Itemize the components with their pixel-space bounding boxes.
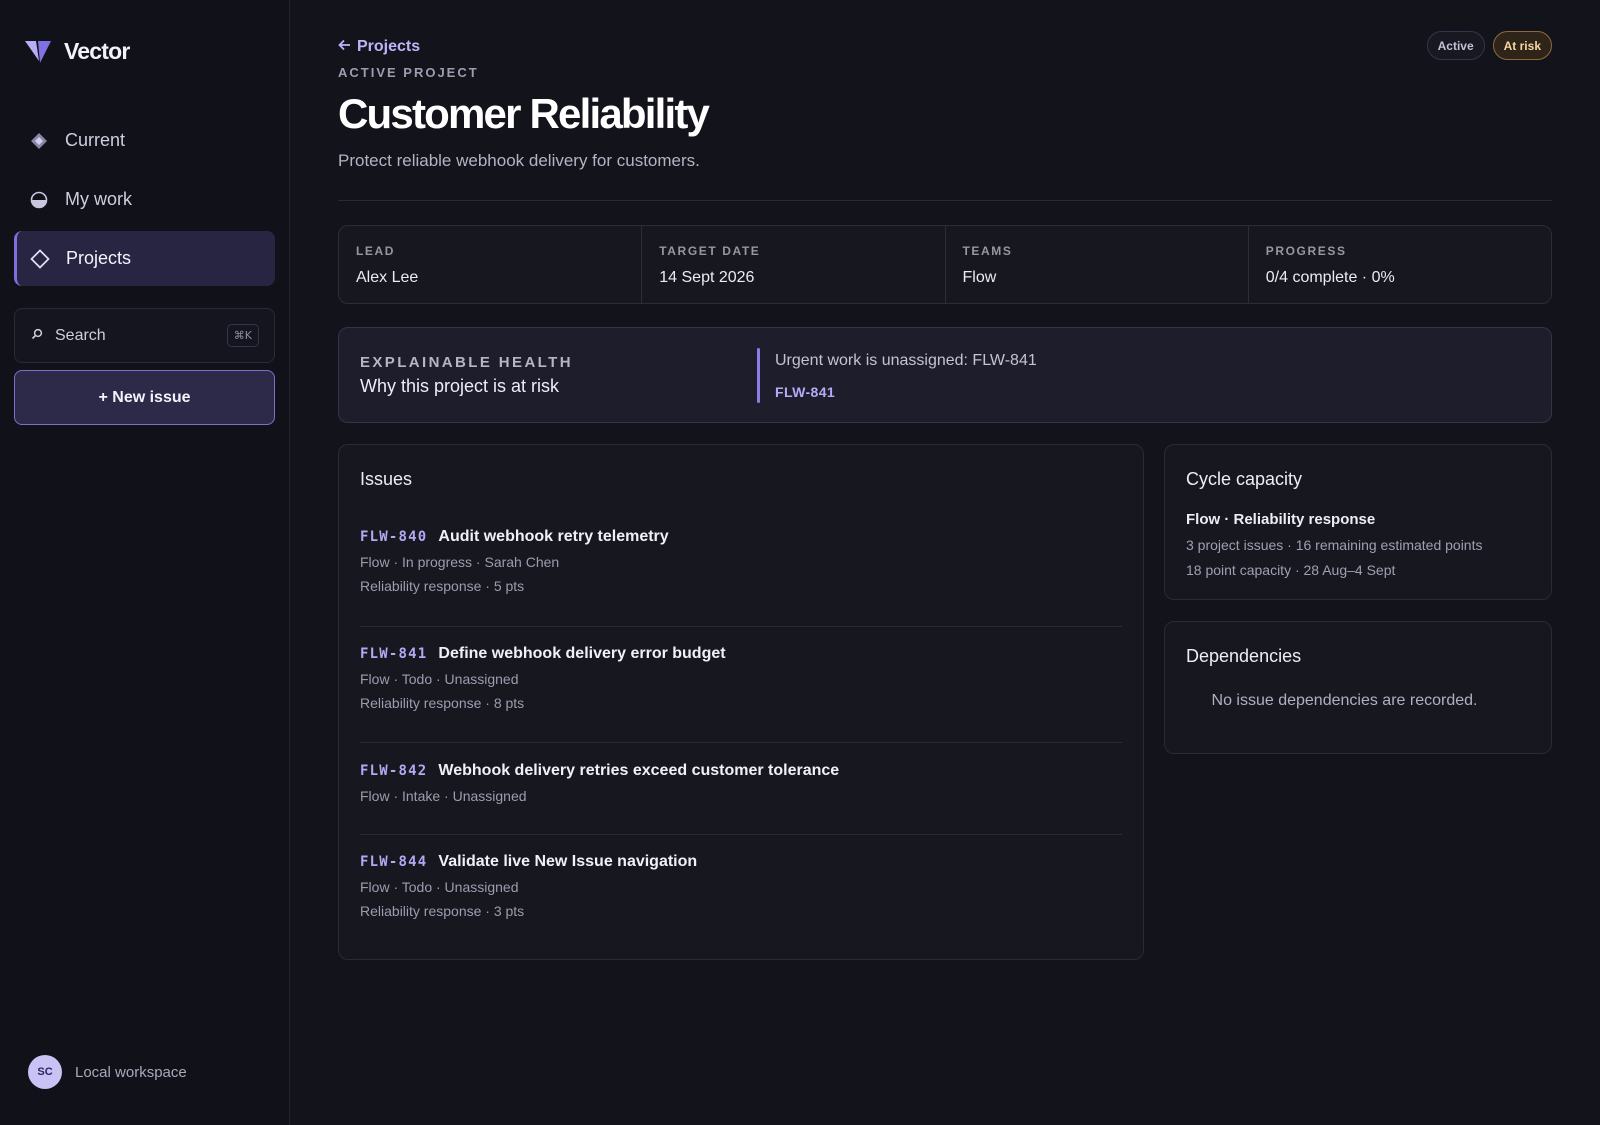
meta-label: PROGRESS (1265, 244, 1347, 258)
meta-value: 0/4 complete · 0% (1265, 269, 1395, 286)
list-item[interactable]: FLW-844 Validate live New Issue navigati… (360, 853, 1122, 919)
dependencies-card: Dependencies No issue dependencies are r… (1164, 621, 1552, 754)
sidebar-item-current[interactable]: Current (14, 113, 275, 168)
workspace-label: Local workspace (75, 1063, 187, 1081)
capacity-title: Cycle capacity (1186, 469, 1303, 489)
issue-title: Webhook delivery retries exceed customer… (438, 762, 840, 779)
health-panel: EXPLAINABLE HEALTH Why this project is a… (338, 327, 1552, 423)
issue-cycle: Reliability response · 5 pts (360, 578, 525, 594)
issue-divider (360, 834, 1122, 835)
issue-meta: Flow · Intake · Unassigned (360, 788, 527, 804)
sidebar-item-label: Projects (66, 248, 132, 268)
new-issue-button[interactable]: + New issue (14, 370, 275, 425)
capacity-dates: 18 point capacity · 28 Aug–4 Sept (1186, 562, 1396, 578)
meta-label: TEAMS (962, 244, 1013, 258)
meta-lead: LEAD Alex Lee (339, 226, 643, 303)
page-description: Protect reliable webhook delivery for cu… (338, 151, 700, 170)
sidebar-item-label: My work (65, 189, 132, 209)
issue-meta: Flow · In progress · Sarah Chen (360, 554, 560, 570)
dependencies-empty-state: No issue dependencies are recorded. (1211, 692, 1478, 709)
issues-title: Issues (360, 469, 413, 489)
health-issue-link[interactable]: FLW-841 (775, 384, 835, 400)
search-input[interactable]: Search ⌘K (14, 308, 275, 363)
issue-id: FLW-840 (360, 529, 428, 545)
workspace-switcher[interactable]: SC Local workspace (28, 1055, 187, 1089)
diamond-filled-icon (29, 131, 49, 151)
issue-meta: Flow · Todo · Unassigned (360, 671, 519, 687)
meta-label: LEAD (356, 244, 396, 258)
meta-progress: PROGRESS 0/4 complete · 0% (1249, 226, 1551, 303)
status-badges: Active At risk (1426, 31, 1552, 60)
brand[interactable]: Vector (24, 38, 130, 65)
avatar: SC (28, 1055, 62, 1089)
search-shortcut: ⌘K (226, 324, 259, 347)
meta-teams: TEAMS Flow (946, 226, 1249, 303)
health-title: Why this project is at risk (360, 376, 560, 396)
issue-title: Audit webhook retry telemetry (438, 528, 669, 545)
issue-id: FLW-841 (360, 646, 428, 662)
main-content: Projects ACTIVE PROJECT Customer Reliabi… (338, 0, 1552, 1125)
arrow-left-icon (338, 38, 351, 56)
app-name: Vector (64, 38, 130, 64)
status-badge-at-risk: At risk (1492, 31, 1552, 60)
meta-value: 14 Sept 2026 (659, 269, 755, 286)
list-item[interactable]: FLW-842 Webhook delivery retries exceed … (360, 762, 1122, 804)
list-item[interactable]: FLW-840 Audit webhook retry telemetry Fl… (360, 528, 1122, 594)
search-label: Search (55, 326, 106, 344)
capacity-summary: 3 project issues · 16 remaining estimate… (1186, 537, 1483, 553)
meta-target-date: TARGET DATE 14 Sept 2026 (642, 226, 946, 303)
issue-id: FLW-842 (360, 763, 428, 779)
issue-meta: Flow · Todo · Unassigned (360, 879, 519, 895)
capacity-subtitle: Flow · Reliability response (1186, 511, 1376, 528)
back-link-label: Projects (357, 38, 421, 55)
half-circle-icon (29, 190, 49, 210)
issue-cycle: Reliability response · 3 pts (360, 903, 525, 919)
vector-logo-icon (24, 39, 52, 65)
health-eyebrow: EXPLAINABLE HEALTH (360, 354, 573, 371)
health-accent-bar (757, 348, 760, 403)
header-divider (338, 200, 1552, 201)
diamond-outline-icon (30, 248, 50, 269)
sidebar-item-label: Current (65, 130, 126, 150)
project-meta: LEAD Alex Lee TARGET DATE 14 Sept 2026 T… (338, 225, 1552, 304)
health-reason: Urgent work is unassigned: FLW-841 (775, 352, 1037, 369)
page-title: Customer Reliability (338, 90, 710, 137)
list-item[interactable]: FLW-841 Define webhook delivery error bu… (360, 645, 1122, 711)
issue-title: Define webhook delivery error budget (438, 645, 726, 662)
status-badge-active: Active (1426, 31, 1485, 60)
meta-value: Flow (962, 269, 997, 286)
meta-label: TARGET DATE (659, 244, 761, 258)
issue-title: Validate live New Issue navigation (438, 853, 698, 870)
page-eyebrow: ACTIVE PROJECT (338, 65, 479, 80)
dependencies-title: Dependencies (1186, 646, 1302, 666)
sidebar: Vector Current My work Projects Search ⌘… (0, 0, 290, 1125)
cycle-capacity-card: Cycle capacity Flow · Reliability respon… (1164, 444, 1552, 600)
issue-id: FLW-844 (360, 854, 428, 870)
issues-card: Issues FLW-840 Audit webhook retry telem… (338, 444, 1144, 960)
issue-divider (360, 742, 1122, 743)
meta-value: Alex Lee (356, 269, 419, 286)
back-link[interactable]: Projects (338, 38, 420, 56)
search-icon (31, 327, 43, 345)
sidebar-item-projects[interactable]: Projects (14, 231, 275, 286)
issue-cycle: Reliability response · 8 pts (360, 695, 525, 711)
sidebar-item-my-work[interactable]: My work (14, 172, 275, 227)
issue-divider (360, 626, 1122, 627)
